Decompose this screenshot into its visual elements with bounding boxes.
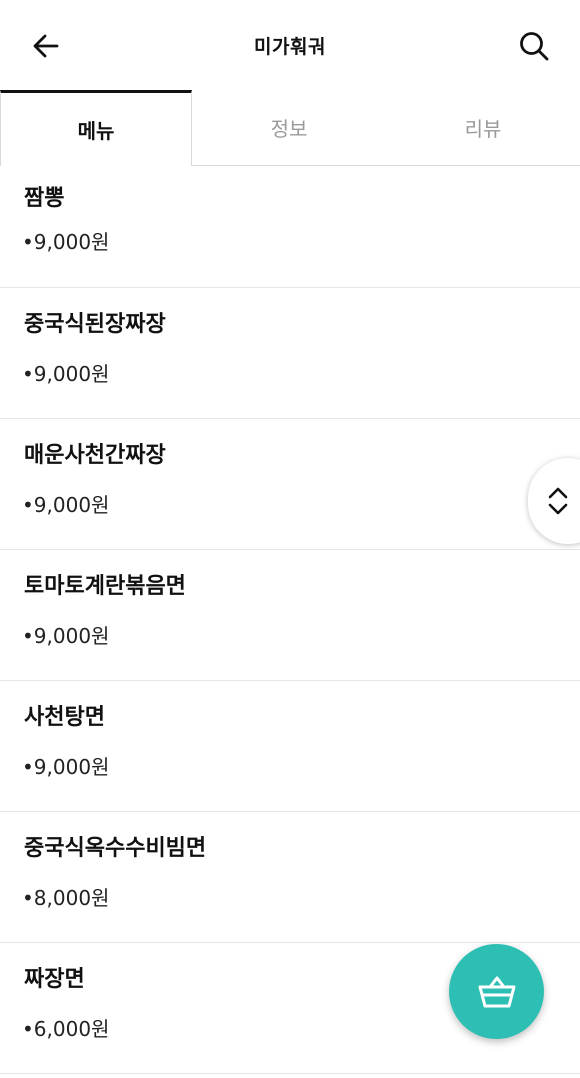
tab-menu[interactable]: 메뉴 [0, 90, 192, 166]
menu-item-price: •9,000원 [22, 362, 110, 386]
menu-item-name: 매운사천간짜장 [24, 443, 166, 468]
top-bar: 미가훠궈 [0, 0, 580, 90]
basket-icon [478, 976, 515, 1007]
menu-item[interactable]: 짬뽕 •9,000원 [0, 166, 580, 288]
tab-info[interactable]: 정보 [192, 90, 386, 165]
menu-item-price: •9,000원 [22, 624, 110, 648]
cart-button[interactable] [449, 944, 544, 1039]
tab-bar: 메뉴 정보 리뷰 [0, 90, 580, 166]
menu-item[interactable]: 중국식옥수수비빔면 •8,000원 [0, 812, 580, 943]
menu-item-name: 짜장면 [24, 967, 85, 992]
menu-item[interactable]: 사천탕면 •9,000원 [0, 681, 580, 812]
menu-item[interactable]: 매운사천간짜장 •9,000원 [0, 419, 580, 550]
page-title: 미가훠궈 [254, 35, 326, 58]
back-button[interactable] [26, 26, 66, 66]
menu-item-name: 토마토계란볶음면 [24, 574, 186, 599]
tab-review[interactable]: 리뷰 [386, 90, 580, 165]
menu-item-name: 중국식된장짜장 [24, 312, 166, 337]
menu-item[interactable]: 토마토계란볶음면 •9,000원 [0, 550, 580, 681]
menu-item-price: •9,000원 [22, 493, 110, 517]
search-button[interactable] [514, 26, 554, 66]
arrow-left-icon [33, 34, 59, 58]
menu-item-price: •6,000원 [22, 1017, 110, 1041]
menu-list: 짬뽕 •9,000원 중국식된장짜장 •9,000원 매운사천간짜장 •9,00… [0, 166, 580, 1074]
menu-item[interactable]: 중국식된장짜장 •9,000원 [0, 288, 580, 419]
menu-item-name: 짬뽕 [24, 186, 65, 211]
search-icon [520, 32, 549, 61]
menu-item-price: •9,000원 [22, 755, 110, 779]
menu-item-price: •8,000원 [22, 886, 110, 910]
chevron-up-down-icon [548, 487, 568, 515]
menu-item-price: •9,000원 [22, 230, 110, 254]
menu-item-name: 중국식옥수수비빔면 [24, 836, 207, 861]
menu-item-name: 사천탕면 [24, 705, 105, 730]
app-screen: 미가훠궈 메뉴 정보 리뷰 짬뽕 •9,000원 중국식된장짜장 •9,000원… [0, 0, 580, 1078]
